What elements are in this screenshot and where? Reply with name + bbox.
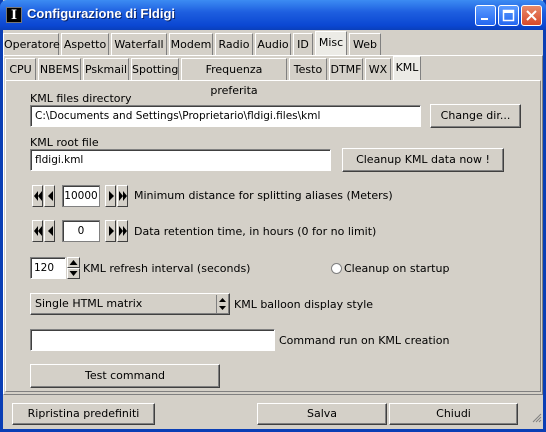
close-icon [526, 10, 537, 21]
left-arrow-icon [48, 226, 53, 236]
app-icon: I [6, 7, 22, 23]
refresh-up-button[interactable] [67, 257, 80, 268]
tab-id[interactable]: ID [293, 33, 313, 55]
min-distance-label: Minimum distance for splitting aliases (… [134, 189, 393, 202]
refresh-interval-spin [67, 257, 80, 279]
right-arrow-icon [109, 191, 114, 201]
cleanup-now-button[interactable]: Cleanup KML data now ! [342, 148, 504, 172]
tab-testo[interactable]: Testo [289, 58, 327, 80]
double-left-arrow-icon [34, 226, 42, 236]
up-arrow-icon [69, 260, 78, 265]
tab-audio[interactable]: Audio [255, 33, 291, 55]
title-bar[interactable]: I Configurazione di Fldigi [0, 0, 546, 30]
tab-pskmail[interactable]: Pskmail [83, 58, 129, 80]
maximize-icon [502, 9, 515, 22]
tab-spotting[interactable]: Spotting [131, 58, 179, 80]
kml-root-input[interactable]: fldigi.kml [30, 149, 331, 171]
test-command-button[interactable]: Test command [30, 364, 220, 388]
tab-wx[interactable]: WX [365, 58, 391, 80]
double-left-arrow-icon [34, 191, 42, 201]
kml-dir-label: KML files directory [30, 92, 132, 105]
config-window: I Configurazione di Fldigi Operatore Asp… [0, 0, 546, 432]
change-dir-button[interactable]: Change dir... [430, 104, 521, 128]
window-title: Configurazione di Fldigi [27, 6, 176, 21]
tab-waterfall[interactable]: Waterfall [111, 33, 167, 55]
balloon-style-value: Single HTML matrix [35, 297, 143, 310]
main-tab-bar: Operatore Aspetto Waterfall Modem Radio … [3, 31, 543, 55]
retention-fast-decrement[interactable] [32, 220, 43, 242]
tab-radio[interactable]: Radio [215, 33, 253, 55]
balloon-style-label: KML balloon display style [234, 298, 374, 311]
tab-aspetto[interactable]: Aspetto [61, 33, 109, 55]
tab-operatore[interactable]: Operatore [3, 33, 60, 55]
retention-decrement[interactable] [44, 220, 55, 242]
tab-misc[interactable]: Misc [315, 31, 347, 55]
refresh-interval-label: KML refresh interval (seconds) [83, 262, 251, 275]
tab-frequenza-preferita[interactable]: Frequenza preferita [181, 58, 287, 97]
retention-increment[interactable] [105, 220, 116, 242]
minimize-icon [481, 18, 488, 20]
tab-nbems[interactable]: NBEMS [38, 58, 81, 80]
close-window-button[interactable] [521, 5, 542, 26]
min-distance-input[interactable]: 10000 [62, 185, 100, 207]
down-arrow-icon [69, 271, 78, 276]
kml-dir-input[interactable]: C:\Documents and Settings\Proprietario\f… [30, 105, 421, 127]
balloon-style-dropdown-handle [216, 295, 226, 313]
restore-defaults-button[interactable]: Ripristina predefiniti [12, 403, 155, 425]
updown-icon [219, 298, 226, 310]
double-right-arrow-icon [119, 191, 127, 201]
min-distance-fast-decrement[interactable] [32, 185, 43, 207]
close-button[interactable]: Chiudi [389, 403, 518, 425]
balloon-style-select[interactable]: Single HTML matrix [30, 293, 230, 315]
left-arrow-icon [48, 191, 53, 201]
cleanup-startup-checkbox[interactable] [331, 263, 342, 274]
minimize-button[interactable] [475, 5, 496, 26]
retention-fast-increment[interactable] [117, 220, 128, 242]
kml-root-label: KML root file [30, 136, 99, 149]
tab-kml[interactable]: KML [393, 56, 421, 80]
min-distance-fast-increment[interactable] [117, 185, 128, 207]
double-right-arrow-icon [119, 226, 127, 236]
cleanup-startup-label: Cleanup on startup [344, 262, 450, 275]
tab-modem[interactable]: Modem [169, 33, 213, 55]
tab-web[interactable]: Web [349, 33, 381, 55]
refresh-down-button[interactable] [67, 268, 80, 279]
save-button[interactable]: Salva [257, 403, 387, 425]
maximize-button[interactable] [498, 5, 519, 26]
right-arrow-icon [109, 226, 114, 236]
retention-label: Data retention time, in hours (0 for no … [134, 225, 377, 238]
tab-dtmf[interactable]: DTMF [329, 58, 363, 80]
misc-sub-tab-bar: CPU NBEMS Pskmail Spotting Frequenza pre… [5, 56, 541, 97]
min-distance-increment[interactable] [105, 185, 116, 207]
tab-cpu[interactable]: CPU [5, 58, 36, 80]
refresh-interval-input[interactable]: 120 [30, 257, 66, 279]
min-distance-decrement[interactable] [44, 185, 55, 207]
command-label: Command run on KML creation [279, 334, 450, 347]
retention-input[interactable]: 0 [62, 220, 100, 242]
command-input[interactable] [30, 329, 275, 351]
resize-grip-icon[interactable] [531, 412, 542, 423]
